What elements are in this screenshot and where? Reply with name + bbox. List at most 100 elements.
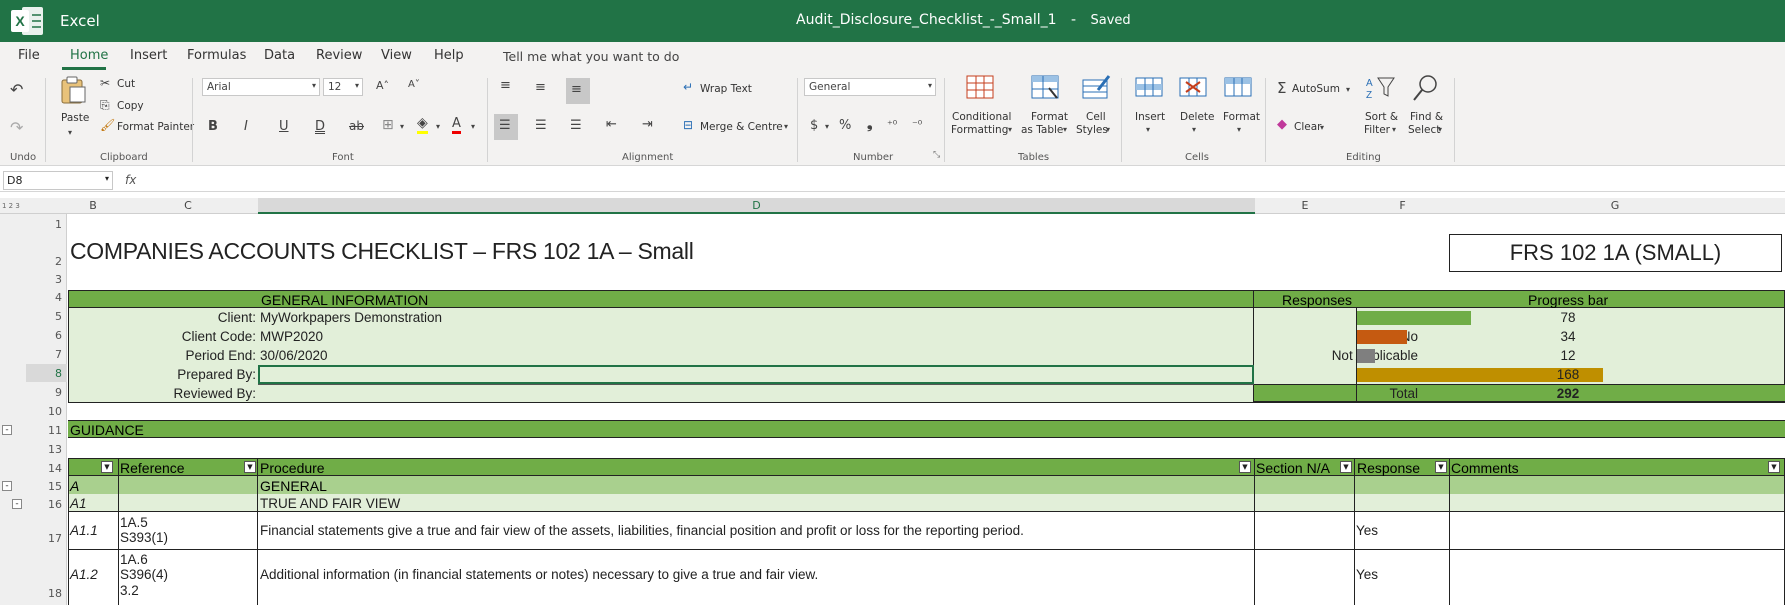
menu-formulas[interactable]: Formulas bbox=[187, 48, 246, 63]
clear-button[interactable]: Clear bbox=[1294, 121, 1321, 133]
bold-button[interactable]: B bbox=[208, 119, 218, 134]
merge-centre-button[interactable]: Merge & Centre bbox=[700, 121, 783, 133]
document-title[interactable]: Audit_Disclosure_Checklist_-_Small_1 - S… bbox=[796, 12, 1131, 28]
outline-level-buttons[interactable]: 1 2 3 bbox=[2, 202, 20, 210]
response-pending-count[interactable]: 168 bbox=[1538, 367, 1598, 382]
row-header[interactable]: 10 bbox=[0, 405, 62, 418]
subsection-title[interactable]: TRUE AND FAIR VIEW bbox=[260, 496, 400, 511]
wrap-text-button[interactable]: Wrap Text bbox=[700, 83, 752, 95]
autosum-icon[interactable]: Σ bbox=[1277, 79, 1286, 97]
filter-dropdown-icon[interactable]: ▼ bbox=[101, 461, 113, 473]
currency-button[interactable]: $ bbox=[810, 118, 818, 133]
general-info-header[interactable]: GENERAL INFORMATION bbox=[261, 292, 428, 308]
filter-dropdown-icon[interactable]: ▼ bbox=[1435, 461, 1447, 473]
item-reference-line[interactable]: 1A.5 bbox=[120, 515, 148, 530]
decrease-indent-icon[interactable]: ⇤ bbox=[606, 117, 617, 132]
align-bottom-icon[interactable]: ≡ bbox=[571, 82, 582, 97]
menu-help[interactable]: Help bbox=[434, 48, 464, 63]
copy-button[interactable]: Copy bbox=[117, 100, 144, 112]
item-reference-line[interactable]: S393(1) bbox=[120, 530, 168, 545]
menu-data[interactable]: Data bbox=[264, 48, 295, 63]
app-name[interactable]: Excel bbox=[60, 12, 100, 30]
procedure-header[interactable]: Procedure bbox=[260, 460, 325, 476]
menu-view[interactable]: View bbox=[381, 48, 412, 63]
insert-cells-icon[interactable] bbox=[1133, 74, 1165, 102]
column-header-f[interactable]: F bbox=[1355, 199, 1450, 212]
wrap-text-icon[interactable]: ↵ bbox=[683, 80, 693, 94]
increase-indent-icon[interactable]: ⇥ bbox=[642, 117, 653, 132]
menu-home[interactable]: Home bbox=[70, 48, 108, 63]
insert-cells-button[interactable]: Insert bbox=[1135, 111, 1165, 123]
filter-dropdown-icon[interactable]: ▼ bbox=[1768, 461, 1780, 473]
row-header-active[interactable]: 8 bbox=[0, 367, 62, 380]
font-size-select[interactable]: 12 ▾ bbox=[323, 78, 363, 96]
item-response[interactable]: Yes bbox=[1356, 567, 1378, 582]
chevron-down-icon[interactable]: ▾ bbox=[1320, 123, 1324, 132]
responses-header[interactable]: Responses bbox=[1282, 292, 1352, 308]
sort-filter-label-2[interactable]: Filter bbox=[1364, 124, 1390, 136]
strikethrough-button[interactable]: ab bbox=[349, 119, 364, 133]
item-procedure[interactable]: Financial statements give a true and fai… bbox=[260, 523, 1024, 538]
column-header-c[interactable]: C bbox=[118, 199, 258, 212]
find-select-label-2[interactable]: Select bbox=[1408, 124, 1440, 136]
section-title[interactable]: GENERAL bbox=[260, 478, 327, 494]
align-top-icon[interactable]: ≡ bbox=[500, 78, 511, 93]
row-header[interactable]: 14 bbox=[0, 462, 62, 475]
tell-me-search[interactable]: Tell me what you want to do bbox=[503, 49, 679, 64]
section-na-header[interactable]: Section N/A bbox=[1256, 460, 1330, 476]
row-header[interactable]: 6 bbox=[0, 329, 62, 342]
filter-dropdown-icon[interactable]: ▼ bbox=[1340, 461, 1352, 473]
chevron-down-icon[interactable]: ▾ bbox=[1063, 125, 1067, 134]
dialog-launcher-icon[interactable]: ⤡ bbox=[933, 150, 940, 160]
number-format-select[interactable]: General ▾ bbox=[804, 78, 936, 96]
increase-decimal-icon[interactable]: ⁺⁰ bbox=[887, 118, 897, 131]
item-code[interactable]: A1.2 bbox=[70, 567, 98, 582]
guidance-header[interactable]: GUIDANCE bbox=[70, 422, 144, 438]
align-middle-icon[interactable]: ≡ bbox=[535, 80, 546, 95]
comma-style-button[interactable]: ❟ bbox=[867, 116, 873, 132]
sort-filter-label-1[interactable]: Sort & bbox=[1365, 111, 1398, 123]
chevron-down-icon[interactable]: ▾ bbox=[825, 122, 829, 131]
copy-icon[interactable]: ⎘ bbox=[100, 98, 110, 113]
filter-dropdown-icon[interactable]: ▼ bbox=[1239, 461, 1251, 473]
reference-header[interactable]: Reference bbox=[120, 460, 185, 476]
response-yes-count[interactable]: 78 bbox=[1538, 310, 1598, 325]
row-header[interactable]: 13 bbox=[0, 443, 62, 456]
merge-center-icon[interactable]: ⊟ bbox=[683, 118, 693, 132]
subsection-code[interactable]: A1 bbox=[70, 496, 87, 511]
client-code-value[interactable]: MWP2020 bbox=[260, 329, 323, 344]
response-no-count[interactable]: 34 bbox=[1538, 329, 1598, 344]
cut-button[interactable]: Cut bbox=[117, 78, 135, 90]
sort-filter-icon[interactable]: A Z bbox=[1364, 74, 1396, 102]
chevron-down-icon[interactable]: ▾ bbox=[1106, 125, 1110, 134]
chevron-down-icon[interactable]: ▾ bbox=[471, 122, 475, 131]
item-reference-line[interactable]: 1A.6 bbox=[120, 552, 148, 567]
excel-logo-icon[interactable]: X bbox=[10, 6, 44, 36]
delete-cells-icon[interactable] bbox=[1177, 74, 1209, 102]
chevron-down-icon[interactable]: ▾ bbox=[400, 122, 404, 131]
row-header[interactable]: 2 bbox=[0, 255, 62, 268]
row-header[interactable]: 17 bbox=[0, 532, 62, 545]
sheet-title[interactable]: COMPANIES ACCOUNTS CHECKLIST – FRS 102 1… bbox=[70, 238, 694, 265]
chevron-down-icon[interactable]: ▾ bbox=[1237, 125, 1241, 134]
filter-dropdown-icon[interactable]: ▼ bbox=[244, 461, 256, 473]
total-count[interactable]: 292 bbox=[1538, 386, 1598, 401]
format-as-table-icon[interactable] bbox=[1029, 74, 1061, 102]
chevron-down-icon[interactable]: ▾ bbox=[1008, 125, 1012, 134]
response-header[interactable]: Response bbox=[1357, 460, 1420, 476]
font-family-select[interactable]: Arial ▾ bbox=[202, 78, 320, 96]
align-left-icon[interactable]: ☰ bbox=[499, 118, 511, 133]
conditional-formatting-label-1[interactable]: Conditional bbox=[952, 111, 1011, 123]
fx-icon[interactable]: fx bbox=[125, 173, 136, 187]
menu-file[interactable]: File bbox=[18, 48, 40, 63]
response-na-count[interactable]: 12 bbox=[1538, 348, 1598, 363]
collapse-group-button[interactable]: - bbox=[2, 481, 12, 491]
row-header[interactable]: 7 bbox=[0, 348, 62, 361]
formula-input[interactable] bbox=[148, 172, 1778, 190]
row-header[interactable]: 3 bbox=[0, 273, 62, 286]
section-code[interactable]: A bbox=[70, 478, 79, 494]
chevron-down-icon[interactable]: ▾ bbox=[1192, 125, 1196, 134]
period-end-value[interactable]: 30/06/2020 bbox=[260, 348, 328, 363]
collapse-group-button[interactable]: - bbox=[2, 425, 12, 435]
find-select-label-1[interactable]: Find & bbox=[1410, 111, 1443, 123]
